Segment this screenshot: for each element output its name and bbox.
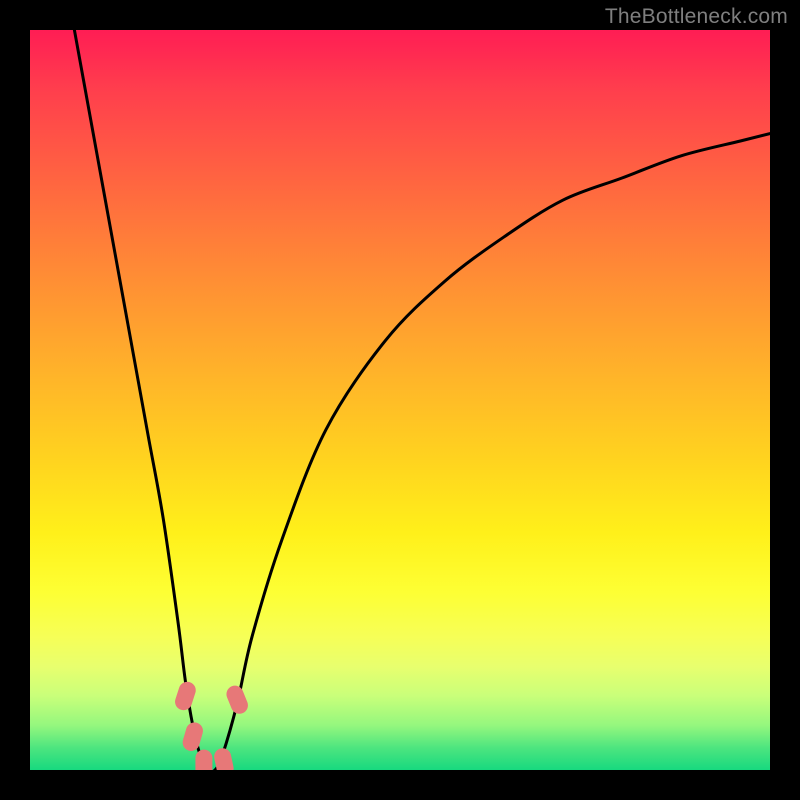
marker-bottom-left <box>195 750 212 770</box>
plot-area <box>30 30 770 770</box>
marker-bottom-right <box>213 747 236 770</box>
marker-left-lower <box>181 720 205 753</box>
bottleneck-curve <box>30 30 770 770</box>
marker-right-upper <box>224 683 251 716</box>
curve-path <box>74 30 770 770</box>
watermark-text: TheBottleneck.com <box>605 5 788 29</box>
marker-left-upper <box>173 680 198 713</box>
chart-frame: TheBottleneck.com <box>0 0 800 800</box>
